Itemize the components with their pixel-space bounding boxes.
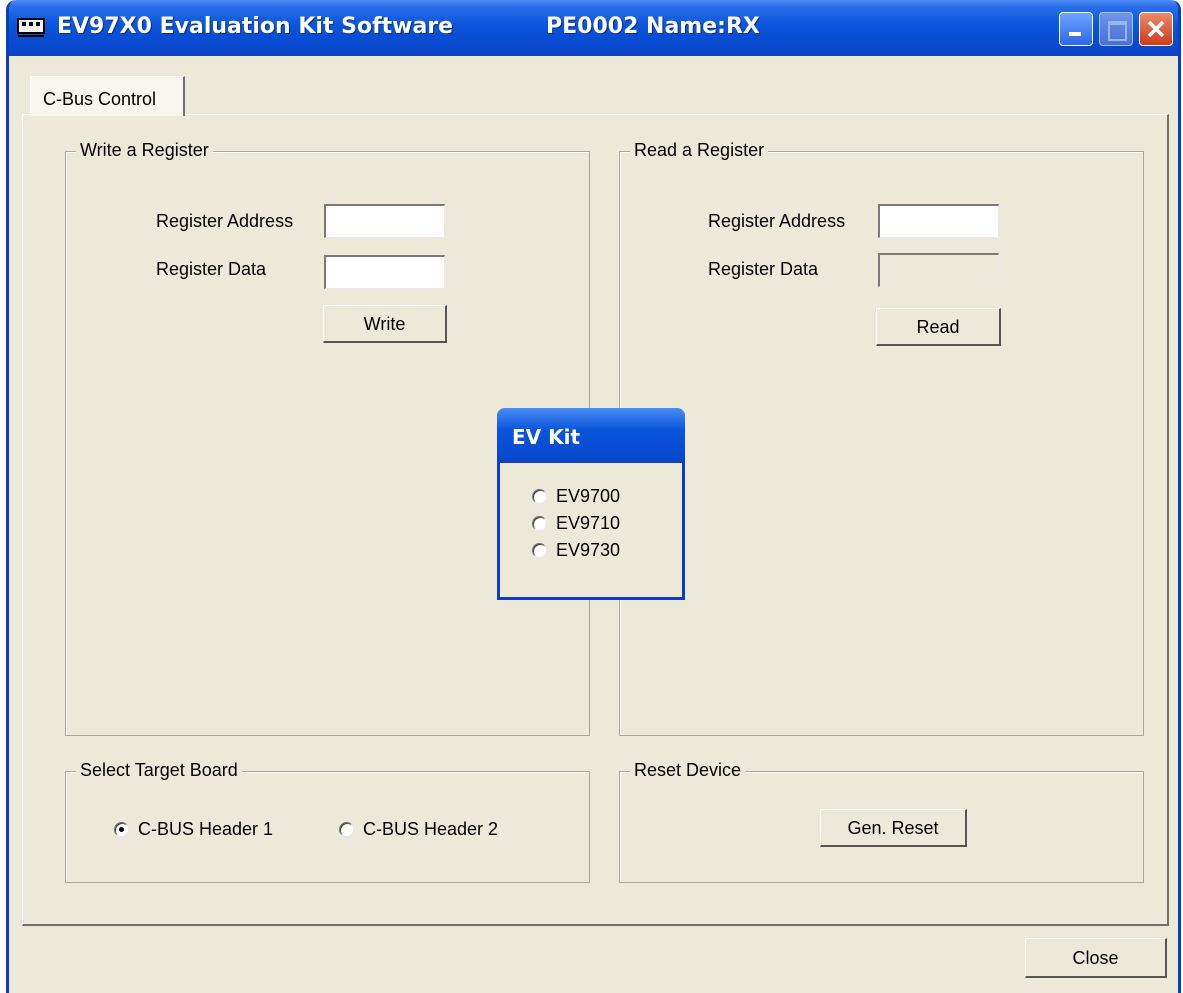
radio-ev9710[interactable]: EV9710 [532, 513, 620, 534]
read-data-label: Register Data [708, 259, 819, 279]
radio-label: C-BUS Header 2 [363, 819, 499, 839]
radio-ev9700[interactable]: EV9700 [532, 486, 620, 507]
reset-device-group: Reset Device Gen. Reset [619, 760, 1144, 883]
ev-kit-title: EV Kit [512, 425, 581, 449]
read-address-input[interactable] [878, 204, 999, 238]
read-register-legend: Read a Register [630, 140, 769, 161]
gen-reset-button[interactable]: Gen. Reset [820, 809, 967, 847]
title-bar[interactable]: EV97X0 Evaluation Kit Software PE0002 Na… [9, 0, 1178, 56]
radio-ev9730[interactable]: EV9730 [532, 540, 620, 561]
radio-button[interactable] [532, 516, 547, 531]
read-register-group: Read a Register Register Address Registe… [619, 140, 1144, 736]
tab-cbus-control[interactable]: C-Bus Control [30, 76, 185, 116]
read-address-label: Register Address [708, 211, 846, 231]
target-board-legend: Select Target Board [76, 760, 242, 781]
radio-label: C-BUS Header 1 [138, 819, 274, 839]
reset-device-legend: Reset Device [630, 760, 746, 781]
close-button[interactable]: Close [1025, 938, 1167, 978]
write-data-label: Register Data [156, 259, 267, 279]
radio-button[interactable] [339, 822, 354, 837]
maximize-button[interactable] [1099, 12, 1133, 46]
radio-button[interactable] [532, 489, 547, 504]
ev-kit-popup: EV Kit EV9700 EV9710 EV9730 [497, 408, 685, 600]
radio-label: EV9710 [556, 513, 621, 533]
radio-cbus-header-2[interactable]: C-BUS Header 2 [339, 819, 498, 840]
ev-kit-title-bar[interactable]: EV Kit [497, 408, 685, 463]
write-address-input[interactable] [324, 204, 445, 238]
close-window-button[interactable] [1139, 12, 1173, 46]
radio-label: EV9700 [556, 486, 621, 506]
write-button[interactable]: Write [323, 305, 447, 343]
window-subtitle: PE0002 Name:RX [546, 14, 760, 39]
window-title: EV97X0 Evaluation Kit Software [57, 14, 454, 39]
write-data-input[interactable] [324, 255, 445, 289]
radio-button[interactable] [532, 543, 547, 558]
app-icon [17, 18, 45, 37]
close-icon [1147, 20, 1165, 38]
read-data-output [878, 253, 999, 287]
radio-button-checked[interactable] [114, 822, 129, 837]
write-address-label: Register Address [156, 211, 294, 231]
read-button[interactable]: Read [876, 308, 1001, 346]
radio-label: EV9730 [556, 540, 621, 560]
write-register-legend: Write a Register [76, 140, 213, 161]
radio-cbus-header-1[interactable]: C-BUS Header 1 [114, 819, 273, 840]
minimize-button[interactable] [1059, 12, 1093, 46]
target-board-group: Select Target Board C-BUS Header 1 C-BUS… [65, 760, 590, 883]
